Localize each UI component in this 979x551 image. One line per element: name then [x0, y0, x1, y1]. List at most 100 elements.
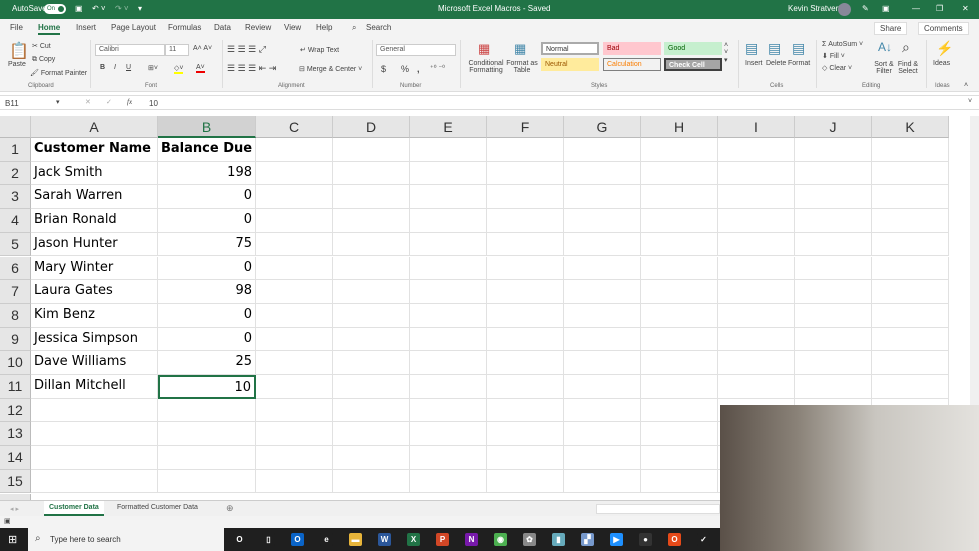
expand-formula-bar-icon[interactable]: ˅	[968, 98, 972, 105]
cell-e1[interactable]	[410, 138, 487, 162]
bold-button[interactable]: B	[100, 64, 105, 71]
cell-k6[interactable]	[872, 256, 949, 281]
vertical-align-icons[interactable]: ☰ ☰ ☰ ⤢	[227, 44, 266, 55]
row-header-13[interactable]: 13	[0, 422, 31, 447]
cell-k7[interactable]	[872, 280, 949, 304]
cell-b5[interactable]: 75	[158, 232, 256, 257]
comments-button[interactable]: Comments	[918, 22, 969, 35]
windows-start-icon[interactable]: ⊞	[8, 533, 17, 546]
row-header-10[interactable]: 10	[0, 351, 31, 375]
row-header-9[interactable]: 9	[0, 327, 31, 352]
cell-g2[interactable]	[564, 161, 641, 186]
outlook-icon[interactable]: O	[291, 533, 304, 546]
cell-b12[interactable]	[158, 398, 256, 423]
ideas-icon[interactable]: ⚡	[936, 40, 953, 57]
format-cells-button[interactable]: Format	[788, 60, 810, 67]
cell-c7[interactable]	[256, 280, 333, 304]
cell-a1[interactable]: Customer Name	[31, 138, 158, 162]
row-header-5[interactable]: 5	[0, 232, 31, 257]
cell-a3[interactable]: Sarah Warren	[31, 185, 158, 210]
cell-d8[interactable]	[333, 303, 410, 328]
chrome-icon[interactable]: ◉	[494, 533, 507, 546]
cell-e4[interactable]	[410, 209, 487, 233]
find-select-icon[interactable]: ⌕	[902, 39, 910, 56]
row-header-14[interactable]: 14	[0, 446, 31, 470]
office-icon[interactable]: O	[668, 533, 681, 546]
cell-b13[interactable]	[158, 422, 256, 447]
cell-d1[interactable]	[333, 138, 410, 162]
cell-h14[interactable]	[641, 446, 718, 470]
cell-f5[interactable]	[487, 232, 564, 257]
cell-h15[interactable]	[641, 469, 718, 494]
comma-button[interactable]: ,	[417, 64, 420, 74]
percent-button[interactable]: %	[401, 64, 409, 74]
font-grow-shrink-icon[interactable]: A˄ A˅	[193, 45, 212, 52]
cell-e14[interactable]	[410, 446, 487, 470]
cell-f6[interactable]	[487, 256, 564, 281]
cell-c3[interactable]	[256, 185, 333, 210]
horizontal-align-icons[interactable]: ☰ ☰ ☰ ⇤ ⇥	[227, 63, 276, 74]
cell-e13[interactable]	[410, 422, 487, 447]
copy-button[interactable]: ⧉ Copy	[32, 56, 55, 64]
cell-j9[interactable]	[795, 327, 872, 352]
user-name[interactable]: Kevin Stratvert	[788, 4, 840, 13]
insert-cells-button[interactable]: Insert	[745, 60, 763, 67]
cell-a8[interactable]: Kim Benz	[31, 303, 158, 328]
cell-i3[interactable]	[718, 185, 795, 210]
cell-i2[interactable]	[718, 161, 795, 186]
cell-f12[interactable]	[487, 398, 564, 423]
cell-e2[interactable]	[410, 161, 487, 186]
column-header-i[interactable]: I	[718, 116, 795, 138]
cell-e10[interactable]	[410, 351, 487, 375]
cell-e15[interactable]	[410, 469, 487, 494]
cell-f8[interactable]	[487, 303, 564, 328]
cell-b6[interactable]: 0	[158, 256, 256, 281]
ideas-button[interactable]: Ideas	[933, 60, 950, 67]
cell-h6[interactable]	[641, 256, 718, 281]
cell-g10[interactable]	[564, 351, 641, 375]
cell-d11[interactable]	[333, 375, 410, 399]
tab-data[interactable]: Data	[214, 23, 231, 32]
font-size-select[interactable]: 11	[165, 44, 189, 56]
cell-g11[interactable]	[564, 375, 641, 399]
currency-button[interactable]: $	[381, 64, 386, 74]
cell-d6[interactable]	[333, 256, 410, 281]
cell-c14[interactable]	[256, 446, 333, 470]
cell-b14[interactable]	[158, 446, 256, 470]
macro-record-icon[interactable]: ▣	[4, 517, 11, 525]
tab-review[interactable]: Review	[245, 23, 271, 32]
style-normal[interactable]: Normal	[541, 42, 599, 55]
cell-f9[interactable]	[487, 327, 564, 352]
cell-d15[interactable]	[333, 469, 410, 494]
cell-c15[interactable]	[256, 469, 333, 494]
collapse-ribbon-icon[interactable]: ˄	[964, 82, 968, 89]
cell-d10[interactable]	[333, 351, 410, 375]
cell-f11[interactable]	[487, 375, 564, 399]
style-check-cell[interactable]: Check Cell	[664, 58, 722, 71]
undo-icon[interactable]: ↶ ˅	[92, 4, 106, 13]
cell-j11[interactable]	[795, 375, 872, 399]
excel-icon[interactable]: X	[407, 533, 420, 546]
autosum-button[interactable]: Σ AutoSum ˅	[822, 41, 863, 48]
column-header-j[interactable]: J	[795, 116, 872, 138]
steam-icon[interactable]: ✓	[697, 533, 710, 546]
onenote-icon[interactable]: N	[465, 533, 478, 546]
column-header-b[interactable]: B	[158, 116, 256, 138]
media-icon[interactable]: ▶	[610, 533, 623, 546]
cell-b2[interactable]: 198	[158, 161, 256, 186]
number-format-select[interactable]: General	[376, 44, 456, 56]
conditional-formatting-icon[interactable]: ▦	[478, 41, 490, 57]
row-header-4[interactable]: 4	[0, 209, 31, 233]
style-good[interactable]: Good	[664, 42, 722, 55]
merge-center-button[interactable]: ⊟ Merge & Center ˅	[299, 65, 362, 73]
cell-e3[interactable]	[410, 185, 487, 210]
cell-e8[interactable]	[410, 303, 487, 328]
enter-icon[interactable]: ✓	[106, 98, 112, 106]
cell-k1[interactable]	[872, 138, 949, 162]
font-color-icon[interactable]: A˅	[196, 64, 205, 73]
delete-cells-button[interactable]: Delete	[766, 60, 786, 67]
cell-f15[interactable]	[487, 469, 564, 494]
cell-g13[interactable]	[564, 422, 641, 447]
cell-j1[interactable]	[795, 138, 872, 162]
restore-icon[interactable]: ❐	[936, 4, 943, 13]
